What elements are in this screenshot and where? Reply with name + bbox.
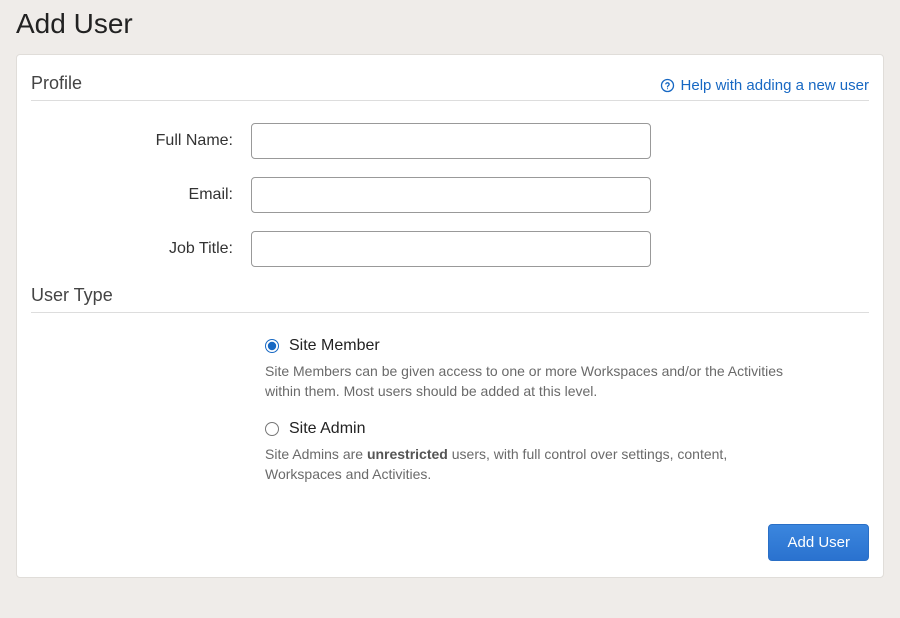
- full-name-row: Full Name:: [31, 123, 869, 159]
- email-label: Email:: [31, 186, 251, 204]
- user-type-section-title: User Type: [31, 285, 113, 306]
- add-user-card: Profile Help with adding a new user Full…: [16, 54, 884, 578]
- help-icon: [660, 78, 675, 93]
- site-admin-desc: Site Admins are unrestricted users, with…: [265, 444, 805, 485]
- help-link-label: Help with adding a new user: [681, 77, 869, 94]
- profile-section-title: Profile: [31, 73, 82, 94]
- job-title-label: Job Title:: [31, 240, 251, 258]
- site-member-option: Site Member Site Members can be given ac…: [265, 337, 809, 402]
- site-admin-label[interactable]: Site Admin: [289, 420, 365, 438]
- site-member-label[interactable]: Site Member: [289, 337, 380, 355]
- site-member-radio[interactable]: [265, 339, 279, 353]
- job-title-input[interactable]: [251, 231, 651, 267]
- button-row: Add User: [31, 524, 869, 561]
- email-row: Email:: [31, 177, 869, 213]
- full-name-label: Full Name:: [31, 132, 251, 150]
- email-input[interactable]: [251, 177, 651, 213]
- help-link[interactable]: Help with adding a new user: [660, 77, 869, 94]
- job-title-row: Job Title:: [31, 231, 869, 267]
- site-admin-option: Site Admin Site Admins are unrestricted …: [265, 420, 809, 485]
- site-member-desc: Site Members can be given access to one …: [265, 361, 805, 402]
- site-admin-radio[interactable]: [265, 422, 279, 436]
- user-type-section-header: User Type: [31, 285, 869, 313]
- add-user-button[interactable]: Add User: [768, 524, 869, 561]
- page-title: Add User: [16, 0, 884, 54]
- full-name-input[interactable]: [251, 123, 651, 159]
- profile-section-header: Profile Help with adding a new user: [31, 73, 869, 101]
